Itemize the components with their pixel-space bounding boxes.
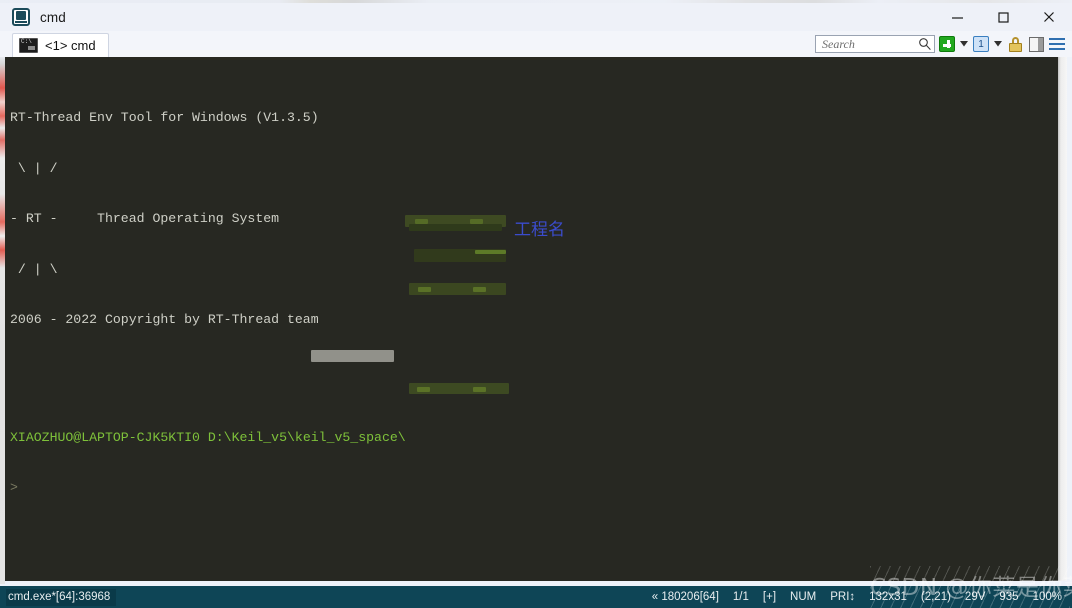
window-controls: [934, 3, 1072, 31]
status-indicators: « 180206[64] 1/1 [+] NUM PRI↕ 132x31 (2,…: [652, 591, 1072, 603]
banner-line: 2006 - 2022 Copyright by RT-Thread team: [10, 311, 319, 327]
status-console-count: 1/1: [732, 591, 749, 603]
minimize-button[interactable]: [934, 3, 980, 31]
lock-button[interactable]: [1006, 35, 1024, 53]
redaction-smudge: [417, 387, 430, 392]
prompt-char: >: [10, 479, 18, 495]
close-button[interactable]: [1026, 3, 1072, 31]
terminal-scrollbar[interactable]: [1058, 57, 1067, 581]
maximize-button[interactable]: [980, 3, 1026, 31]
title-bar: cmd: [0, 3, 1072, 32]
split-pane-icon: [1028, 36, 1044, 52]
terminal-monitor-icon: [12, 8, 30, 26]
terminal-area: RT-Thread Env Tool for Windows (V1.3.5) …: [5, 57, 1067, 581]
active-console-dropdown[interactable]: [993, 35, 1003, 53]
status-size: 132x31: [869, 591, 907, 603]
prompt-path: D:\Keil_v5\keil_v5_space\: [207, 429, 406, 445]
new-console-button[interactable]: [938, 35, 956, 53]
console-icon: [19, 38, 38, 53]
status-num: NUM: [790, 591, 817, 603]
status-cursor-pos: (2,21): [920, 591, 951, 603]
magnifier-icon: [919, 38, 931, 50]
redaction-smudge: [409, 224, 502, 231]
search-input[interactable]: Search: [815, 35, 935, 53]
status-plus: [+]: [762, 591, 777, 603]
new-console-dropdown[interactable]: [959, 35, 969, 53]
blue-one-icon: 1: [973, 36, 989, 52]
redaction-smudge: [415, 219, 428, 224]
active-console-button[interactable]: 1: [972, 35, 990, 53]
redaction-smudge: [473, 387, 486, 392]
prompt-user: XIAOZHUO@LAPTOP-CJK5KTI0: [10, 429, 200, 445]
prompt-line-1: XIAOZHUO@LAPTOP-CJK5KTI0 D:\Keil_v5\keil…: [10, 430, 1058, 447]
redaction-smudge: [473, 287, 486, 292]
status-priority: PRI↕: [830, 591, 856, 603]
tab-label: <1> cmd: [45, 38, 96, 53]
banner-line: / | \: [10, 261, 58, 277]
status-version: 29V: [964, 591, 986, 603]
prompt-caret-1: >: [10, 480, 1058, 497]
chevron-down-icon: [994, 41, 1002, 47]
menu-button[interactable]: [1048, 35, 1066, 53]
lock-icon: [1008, 36, 1022, 52]
terminal-output[interactable]: RT-Thread Env Tool for Windows (V1.3.5) …: [5, 57, 1058, 581]
redaction-smudge: [470, 219, 483, 224]
chevron-down-icon: [960, 41, 968, 47]
status-bar: cmd.exe*[64]:36968 « 180206[64] 1/1 [+] …: [0, 566, 1072, 608]
annotation-project-name: 工程名: [514, 220, 565, 240]
window-title: cmd: [40, 9, 66, 25]
search-placeholder: Search: [822, 36, 855, 51]
green-plus-icon: [939, 36, 955, 52]
redaction-smudge: [311, 350, 394, 362]
redaction-smudge: [475, 250, 506, 254]
tab-cmd[interactable]: <1> cmd: [12, 33, 109, 57]
redaction-smudge: [418, 287, 431, 292]
status-scroll: 935: [999, 591, 1019, 603]
conemu-window: cmd <1> cmd Search: [0, 0, 1072, 608]
status-process: cmd.exe*[64]:36968: [6, 588, 117, 606]
status-build: « 180206[64]: [651, 591, 719, 603]
banner-line: RT-Thread Env Tool for Windows (V1.3.5): [10, 110, 319, 126]
hamburger-menu-icon: [1049, 37, 1065, 51]
toolbar: Search 1: [815, 32, 1066, 56]
terminal-lines: RT-Thread Env Tool for Windows (V1.3.5) …: [10, 60, 1058, 581]
split-pane-button[interactable]: [1027, 35, 1045, 53]
banner-line: \ | /: [10, 160, 58, 176]
status-zoom: 100%: [1032, 591, 1062, 603]
